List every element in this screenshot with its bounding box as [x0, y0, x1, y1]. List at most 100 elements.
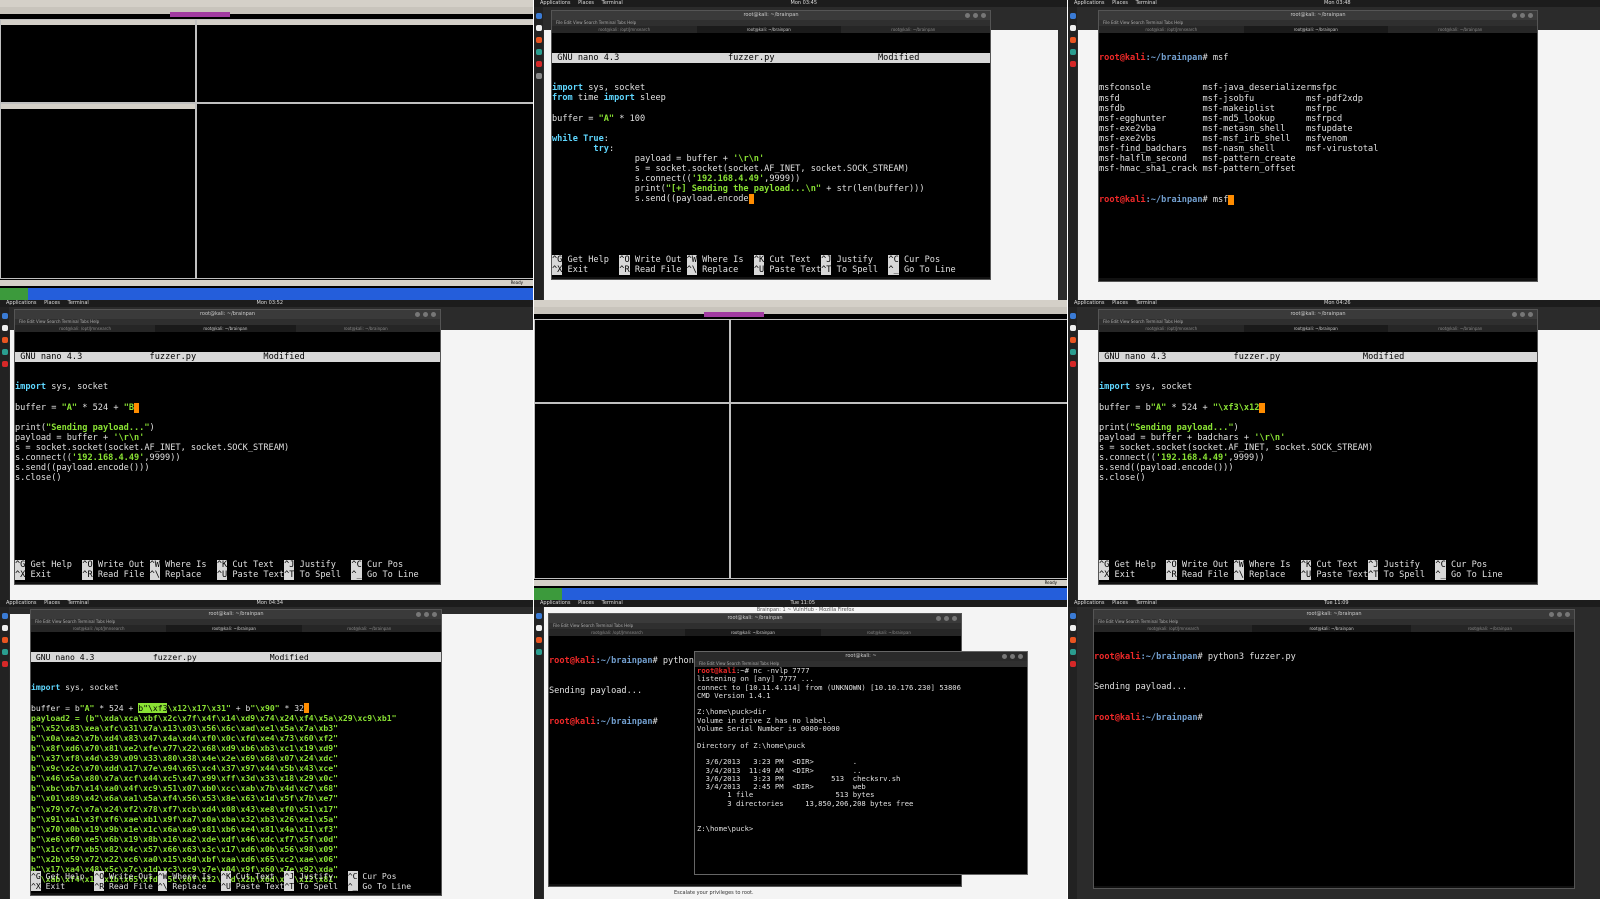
start-button[interactable] — [0, 288, 28, 300]
tab-brainpan[interactable]: root@kali: ~/brainpan — [1252, 625, 1411, 632]
applications-menu[interactable]: Applications — [1074, 600, 1105, 606]
applications-menu[interactable]: Applications — [540, 600, 571, 606]
start-button[interactable] — [534, 588, 562, 600]
tab-brainpan-2[interactable]: root@kali: ~/brainpan — [1388, 325, 1533, 332]
dock-app-icon[interactable] — [1, 637, 8, 643]
dock-app-icon[interactable] — [1, 661, 8, 667]
tab-brainpan[interactable]: root@kali: ~/brainpan — [155, 325, 296, 332]
window-controls[interactable] — [962, 13, 986, 22]
nano-editor[interactable]: GNU nano 4.3 fuzzer.py Modified import s… — [15, 332, 440, 582]
dock-app-icon[interactable] — [535, 649, 542, 655]
places-menu[interactable]: Places — [44, 600, 60, 606]
dock-app-icon[interactable] — [535, 73, 542, 79]
tab-jmnsearch[interactable]: root@kali: /opt/Jmnsearch — [1094, 625, 1252, 632]
dock-app-icon[interactable] — [535, 13, 542, 19]
window-controls[interactable] — [412, 312, 436, 321]
tab-jmnsearch[interactable]: root@kali: /opt/Jmnsearch — [1099, 26, 1244, 33]
tab-jmnsearch[interactable]: root@kali: /opt/Jmnsearch — [15, 325, 155, 332]
dock-app-icon[interactable] — [1069, 13, 1076, 19]
terminal-window[interactable]: root@kali: ~/brainpan File Edit View Sea… — [30, 609, 442, 896]
terminal-tabs[interactable]: root@kali: /opt/Jmnsearch root@kali: ~/br… — [549, 629, 961, 636]
xp-menu-bar[interactable] — [534, 300, 1067, 307]
stack-pane[interactable] — [196, 103, 533, 279]
dump-pane[interactable] — [534, 403, 730, 579]
terminal-window[interactable]: root@kali: ~/brainpan File Edit View Sea… — [14, 309, 441, 585]
places-menu[interactable]: Places — [1112, 300, 1128, 306]
tab-jmnsearch[interactable]: root@kali: /opt/Jmnsearch — [1099, 325, 1244, 332]
dock-app-icon[interactable] — [1, 613, 8, 619]
dock-app-icon[interactable] — [1069, 325, 1076, 331]
dock-app-icon[interactable] — [1, 625, 8, 631]
tab-brainpan[interactable]: root@kali: ~/brainpan — [166, 625, 302, 632]
dock-app-icon[interactable] — [1069, 25, 1076, 31]
dock-app-icon[interactable] — [535, 25, 542, 31]
window-controls[interactable] — [413, 612, 437, 621]
places-menu[interactable]: Places — [578, 600, 594, 606]
tab-brainpan[interactable]: root@kali: ~/brainpan — [684, 629, 821, 636]
xp-taskbar[interactable] — [534, 588, 1067, 600]
window-controls[interactable] — [1546, 612, 1570, 621]
tab-brainpan-2[interactable]: root@kali: ~/brainpan — [296, 325, 436, 332]
dock-app-icon[interactable] — [535, 613, 542, 619]
dock-app-icon[interactable] — [1, 361, 8, 367]
terminal-menu[interactable]: Terminal — [1136, 300, 1157, 306]
window-controls[interactable] — [933, 616, 957, 625]
tab-brainpan-2[interactable]: root@kali: ~/brainpan — [1388, 26, 1533, 33]
tab-jmnsearch[interactable]: root@kali: /opt/Jmnsearch — [31, 625, 166, 632]
places-menu[interactable]: Places — [1112, 0, 1128, 6]
terminal-window[interactable]: root@kali: ~/brainpan File Edit View Sea… — [1098, 309, 1538, 585]
applications-menu[interactable]: Applications — [1074, 0, 1105, 6]
terminal-tabs[interactable]: root@kali: /opt/Jmnsearch root@kali: ~/br… — [552, 26, 990, 33]
dock-app-icon[interactable] — [535, 637, 542, 643]
terminal-tabs[interactable]: root@kali: /opt/Jmnsearch root@kali: ~/br… — [1094, 625, 1574, 632]
terminal-window[interactable]: root@kali: ~/brainpan File Edit View Sea… — [1098, 10, 1538, 282]
dock-app-icon[interactable] — [1, 325, 8, 331]
dock-app-icon[interactable] — [535, 37, 542, 43]
tab-jmnsearch[interactable]: root@kali: /opt/Jmnsearch — [549, 629, 685, 636]
terminal-tabs[interactable]: root@kali: /opt/Jmnsearch root@kali: ~/br… — [15, 325, 440, 332]
dock-app-icon[interactable] — [1069, 349, 1076, 355]
places-menu[interactable]: Places — [578, 0, 594, 6]
dump-pane[interactable] — [0, 103, 196, 279]
cpu-pane[interactable] — [534, 319, 730, 403]
window-controls[interactable] — [1509, 13, 1533, 22]
tab-jmnsearch[interactable]: root@kali: /opt/Jmnsearch — [552, 26, 697, 33]
dock-app-icon[interactable] — [1, 337, 8, 343]
applications-menu[interactable]: Applications — [1074, 300, 1105, 306]
window-controls[interactable] — [999, 654, 1023, 663]
terminal-tabs[interactable]: root@kali: /opt/Jmnsearch root@kali: ~/br… — [1099, 26, 1537, 33]
terminal-menu[interactable]: Terminal — [68, 300, 89, 306]
dock-app-icon[interactable] — [535, 61, 542, 67]
xp-menu-bar[interactable] — [0, 0, 533, 7]
dock-app-icon[interactable] — [1, 313, 8, 319]
tab-brainpan-2[interactable]: root@kali: ~/brainpan — [1411, 625, 1569, 632]
window-controls[interactable] — [1509, 312, 1533, 321]
terminal-menu[interactable]: Terminal — [68, 600, 89, 606]
tab-brainpan-2[interactable]: root@kali: ~/brainpan — [841, 26, 986, 33]
dock-app-icon[interactable] — [1069, 613, 1076, 619]
tab-brainpan[interactable]: root@kali: ~/brainpan — [696, 26, 842, 33]
terminal-menu[interactable]: Terminal — [602, 600, 623, 606]
dock-app-icon[interactable] — [1069, 661, 1076, 667]
terminal-menu[interactable]: Terminal — [1136, 0, 1157, 6]
terminal-tabs[interactable]: root@kali: /opt/Jmnsearch root@kali: ~/br… — [1099, 325, 1537, 332]
dock-app-icon[interactable] — [1069, 37, 1076, 43]
cpu-pane[interactable] — [0, 19, 196, 103]
terminal-window[interactable]: root@kali: ~/brainpan File Edit View Sea… — [551, 10, 991, 280]
applications-menu[interactable]: Applications — [540, 0, 571, 6]
dock-app-icon[interactable] — [1069, 61, 1076, 67]
places-menu[interactable]: Places — [1112, 600, 1128, 606]
terminal-output[interactable]: root@kali:~/brainpan# python3 fuzzer.py … — [1094, 632, 1574, 886]
xp-taskbar[interactable] — [0, 288, 533, 300]
nano-editor[interactable]: GNU nano 4.3 fuzzer.py Modified import s… — [552, 33, 990, 277]
nano-editor[interactable]: GNU nano 4.3 fuzzer.py Modified import s… — [1099, 332, 1537, 582]
xp-toolbar[interactable] — [0, 7, 533, 14]
dock-app-icon[interactable] — [535, 49, 542, 55]
registers-pane[interactable] — [196, 19, 533, 103]
dock-app-icon[interactable] — [1, 349, 8, 355]
dock-app-icon[interactable] — [1069, 625, 1076, 631]
applications-menu[interactable]: Applications — [6, 600, 37, 606]
terminal-window[interactable]: root@kali: ~/brainpan File Edit View Sea… — [1093, 609, 1575, 889]
terminal-tabs[interactable]: root@kali: /opt/Jmnsearch root@kali: ~/br… — [31, 625, 441, 632]
tab-brainpan[interactable]: root@kali: ~/brainpan — [1243, 325, 1389, 332]
